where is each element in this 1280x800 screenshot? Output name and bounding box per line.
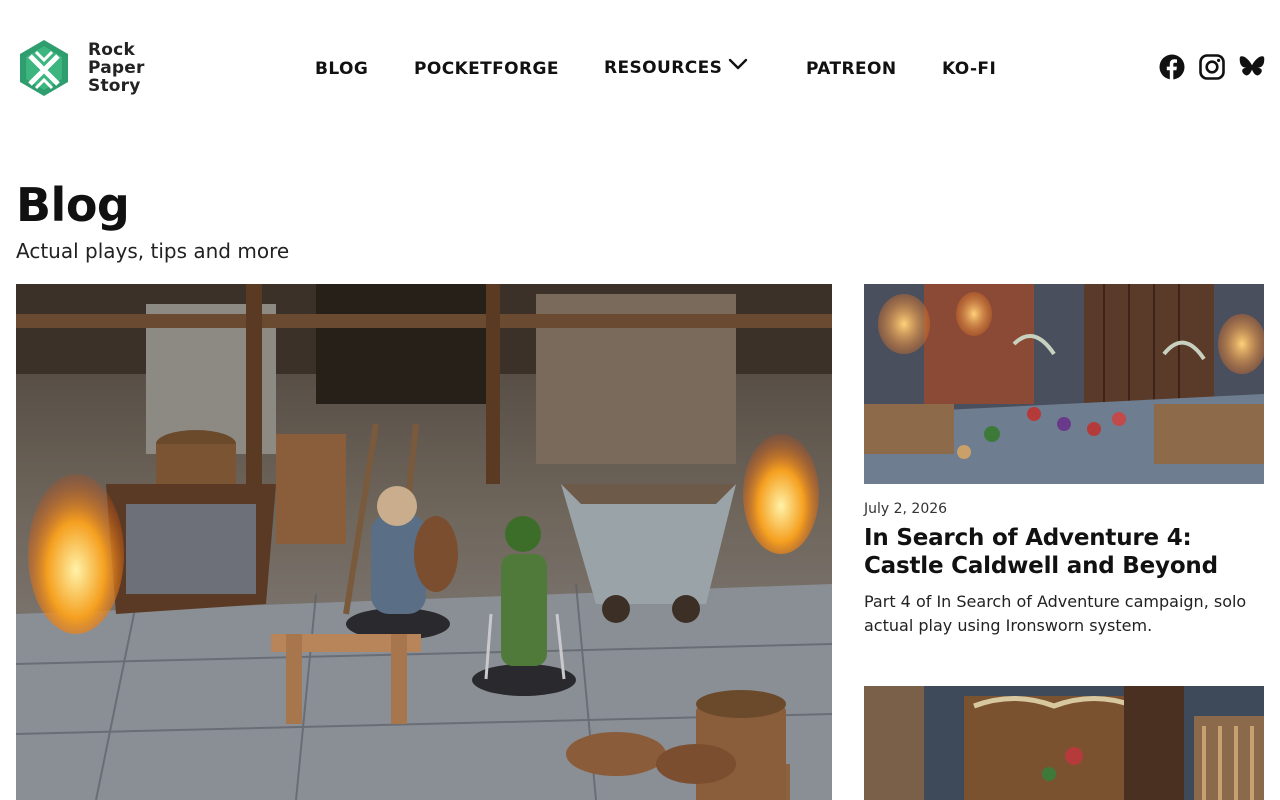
page-subtitle: Actual plays, tips and more	[16, 239, 290, 263]
page-heading: Blog Actual plays, tips and more	[16, 178, 289, 264]
chevron-down-icon[interactable]	[728, 52, 748, 76]
featured-post-image[interactable]	[16, 284, 832, 800]
logo-mark-icon	[20, 40, 68, 96]
post-card-photo	[864, 284, 1264, 484]
nav-item-pocketforge[interactable]: POCKETFORGE	[414, 57, 559, 81]
nav-item-patreon[interactable]: PATREON	[806, 57, 897, 81]
page-title: Blog	[16, 178, 130, 232]
logo-word: Story	[88, 76, 141, 96]
site-header: Rock Paper Story BLOG POCKETFORGE RESOUR…	[0, 0, 1280, 136]
logo-word: Rock	[88, 40, 135, 60]
bluesky-icon[interactable]	[1239, 54, 1265, 80]
post-card-photo	[864, 686, 1264, 800]
facebook-icon[interactable]	[1159, 54, 1185, 80]
post-card-image[interactable]	[864, 284, 1264, 484]
instagram-icon[interactable]	[1199, 54, 1225, 80]
logo-text: Rock Paper Story	[88, 41, 145, 95]
site-logo[interactable]: Rock Paper Story	[18, 38, 145, 98]
nav-item-blog[interactable]: BLOG	[315, 57, 368, 81]
nav-item-kofi[interactable]: KO-FI	[942, 57, 996, 81]
logo-word: Paper	[88, 58, 145, 78]
post-title-link[interactable]: In Search of Adventure 4: Castle Caldwel…	[864, 524, 1269, 580]
featured-post-photo	[16, 284, 832, 800]
post-card-image[interactable]	[864, 686, 1264, 800]
post-date: July 2, 2026	[864, 501, 948, 517]
nav-item-resources[interactable]: RESOURCES	[604, 56, 722, 80]
post-excerpt: Part 4 of In Search of Adventure campaig…	[864, 592, 1247, 635]
